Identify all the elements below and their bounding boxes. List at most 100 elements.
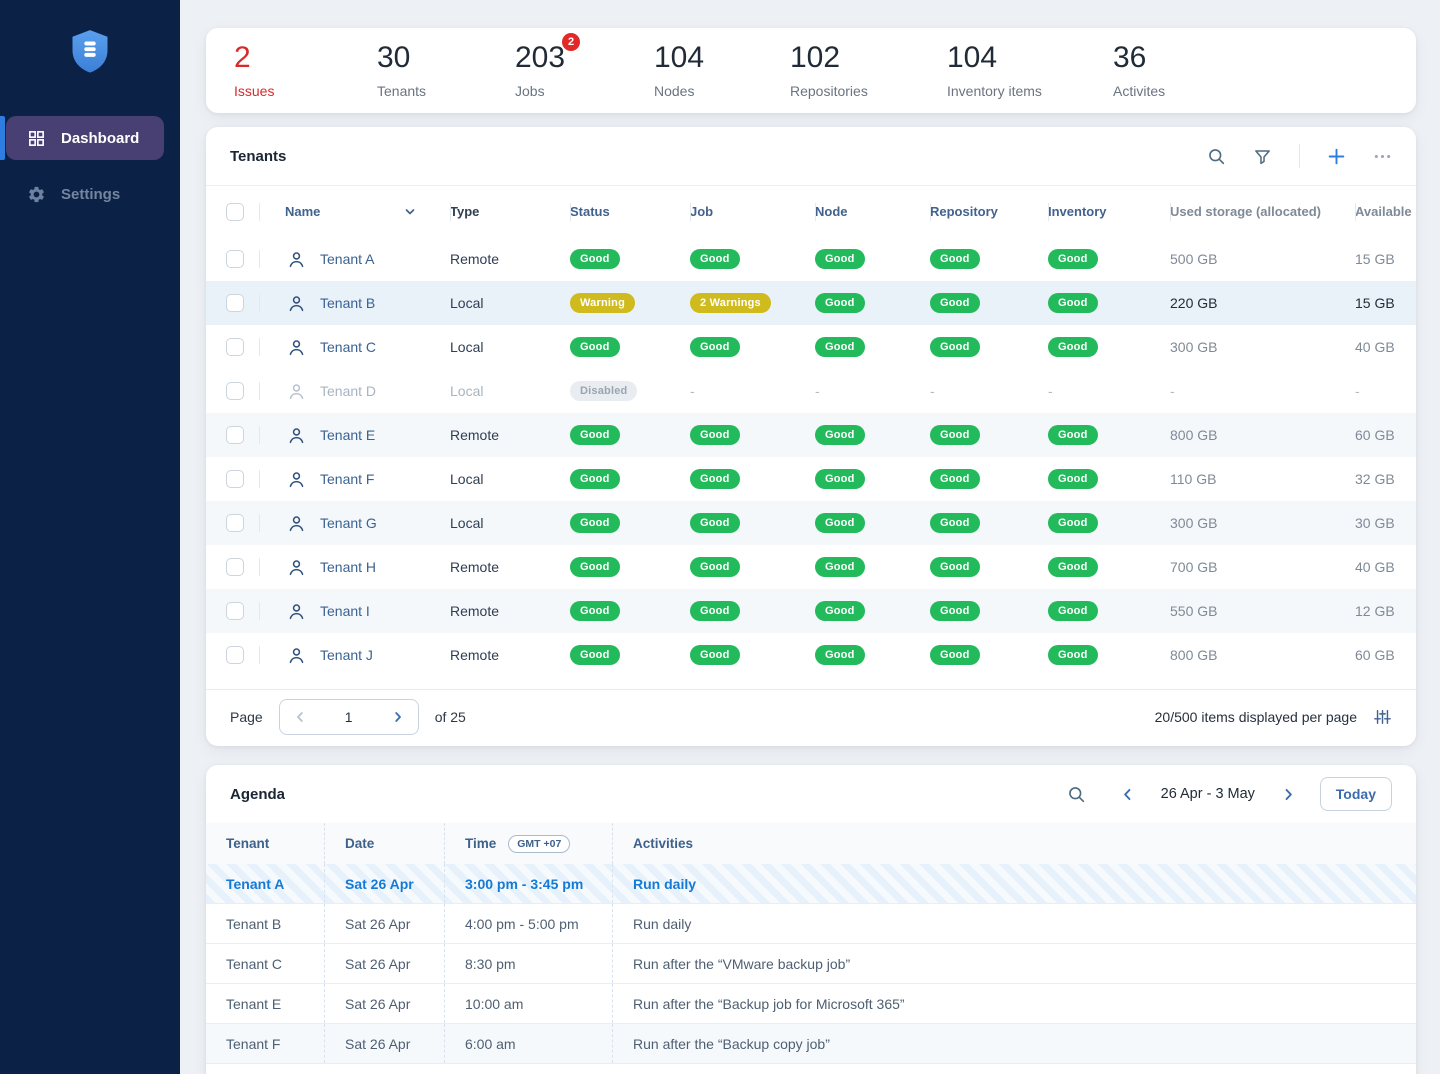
inventory-cell: Good xyxy=(1048,557,1170,577)
stat-repositories[interactable]: 102 Repositories xyxy=(790,42,947,99)
row-checkbox[interactable] xyxy=(226,514,244,532)
next-page-button[interactable] xyxy=(391,710,405,724)
agenda-tenant[interactable]: Tenant E xyxy=(206,984,324,1023)
prev-page-button[interactable] xyxy=(293,710,307,724)
row-checkbox[interactable] xyxy=(226,426,244,444)
job-cell: Good xyxy=(690,469,815,489)
sidebar-item-settings[interactable]: Settings xyxy=(6,172,164,216)
stat-nodes[interactable]: 104 Nodes xyxy=(654,42,790,99)
agenda-panel-header: Agenda 26 Apr - 3 May Today xyxy=(206,765,1416,823)
agenda-time: 4:00 pm - 5:00 pm xyxy=(444,904,612,943)
chevron-right-icon xyxy=(391,710,405,724)
agenda-tenant[interactable]: Tenant F xyxy=(206,1024,324,1063)
inventory-badge: Good xyxy=(1048,645,1098,665)
stat-jobs[interactable]: 203 2 Jobs xyxy=(515,42,654,99)
tenant-name-cell: Tenant C xyxy=(259,338,450,357)
status-badge: Warning xyxy=(570,293,635,313)
agenda-date: Sat 26 Apr xyxy=(324,864,444,903)
row-checkbox[interactable] xyxy=(226,602,244,620)
tenant-name[interactable]: Tenant E xyxy=(320,427,375,443)
row-checkbox[interactable] xyxy=(226,646,244,664)
agenda-search-button[interactable] xyxy=(1067,785,1086,804)
column-header-date: Date xyxy=(324,823,444,864)
repository-badge: Good xyxy=(930,513,980,533)
node-cell: Good xyxy=(815,469,930,489)
node-cell: Good xyxy=(815,293,930,313)
tenant-name[interactable]: Tenant D xyxy=(320,383,376,399)
row-checkbox[interactable] xyxy=(226,338,244,356)
available-storage-value: - xyxy=(1355,383,1416,399)
current-page[interactable]: 1 xyxy=(345,709,353,725)
repository-cell: Good xyxy=(930,425,1048,445)
agenda-row: Tenant B Sat 26 Apr 4:00 pm - 5:00 pm Ru… xyxy=(206,904,1416,944)
column-header-type: Type xyxy=(450,204,570,219)
status-cell: Good xyxy=(570,557,690,577)
agenda-row: Tenant F Sat 26 Apr 6:00 am Run after th… xyxy=(206,1024,1416,1064)
node-badge: Good xyxy=(815,601,865,621)
tenant-name-cell: Tenant J xyxy=(259,646,450,665)
column-header-node: Node xyxy=(815,204,930,219)
agenda-tenant[interactable]: Tenant B xyxy=(206,904,324,943)
search-button[interactable] xyxy=(1207,147,1226,166)
row-checkbox[interactable] xyxy=(226,558,244,576)
used-storage-value: 300 GB xyxy=(1170,515,1355,531)
stat-issues[interactable]: 2 Issues xyxy=(234,42,377,99)
node-cell: Good xyxy=(815,513,930,533)
next-range-button[interactable] xyxy=(1281,787,1296,802)
repository-cell: Good xyxy=(930,293,1048,313)
items-per-page-settings-button[interactable] xyxy=(1373,708,1392,726)
status-cell: Good xyxy=(570,337,690,357)
tenant-name[interactable]: Tenant B xyxy=(320,295,375,311)
agenda-date: Sat 26 Apr xyxy=(324,984,444,1023)
today-button[interactable]: Today xyxy=(1320,777,1392,811)
row-checkbox[interactable] xyxy=(226,294,244,312)
page-control: 1 xyxy=(279,699,419,735)
add-tenant-button[interactable] xyxy=(1327,147,1346,166)
column-header-available-storage: Available storage xyxy=(1355,204,1416,219)
stat-activities[interactable]: 36 Activites xyxy=(1113,42,1165,99)
available-storage-value: 15 GB xyxy=(1355,251,1416,267)
filter-icon xyxy=(1253,147,1272,166)
sidebar-item-dashboard[interactable]: Dashboard xyxy=(6,116,164,160)
person-icon xyxy=(287,470,306,489)
tenant-name[interactable]: Tenant C xyxy=(320,339,376,355)
page-label: Page xyxy=(230,709,263,725)
more-options-button[interactable] xyxy=(1373,147,1392,166)
filter-button[interactable] xyxy=(1253,147,1272,166)
column-header-inventory: Inventory xyxy=(1048,204,1170,219)
row-checkbox[interactable] xyxy=(226,470,244,488)
prev-range-button[interactable] xyxy=(1120,787,1135,802)
tenant-name-cell: Tenant H xyxy=(259,558,450,577)
node-badge: Good xyxy=(815,425,865,445)
tenants-panel: Tenants xyxy=(206,127,1416,746)
agenda-tenant[interactable]: Tenant C xyxy=(206,944,324,983)
job-cell: Good xyxy=(690,557,815,577)
table-row: Tenant A Remote Good Good Good Good Good… xyxy=(206,237,1416,281)
column-header-name[interactable]: Name xyxy=(259,204,450,219)
used-storage-value: 700 GB xyxy=(1170,559,1355,575)
select-all-checkbox[interactable] xyxy=(226,203,244,221)
status-badge: Good xyxy=(570,557,620,577)
tenant-name[interactable]: Tenant A xyxy=(320,251,375,267)
tenant-name[interactable]: Tenant I xyxy=(320,603,370,619)
timezone-badge: GMT +07 xyxy=(508,835,570,853)
stat-tenants[interactable]: 30 Tenants xyxy=(377,42,515,99)
inventory-cell: Good xyxy=(1048,645,1170,665)
status-badge: Good xyxy=(570,337,620,357)
page-count-label: of 25 xyxy=(435,709,466,725)
available-storage-value: 32 GB xyxy=(1355,471,1416,487)
tenant-name[interactable]: Tenant J xyxy=(320,647,373,663)
plus-icon xyxy=(1327,147,1346,166)
tenant-name[interactable]: Tenant F xyxy=(320,471,374,487)
row-checkbox[interactable] xyxy=(226,250,244,268)
tenant-name[interactable]: Tenant H xyxy=(320,559,376,575)
stat-value: 203 xyxy=(515,41,565,74)
agenda-tenant[interactable]: Tenant A xyxy=(206,864,324,903)
row-checkbox[interactable] xyxy=(226,382,244,400)
sliders-icon xyxy=(1373,708,1392,726)
tenant-name[interactable]: Tenant G xyxy=(320,515,377,531)
job-badge: 2 Warnings xyxy=(690,293,771,313)
tenant-type: Local xyxy=(450,383,570,399)
inventory-cell: Good xyxy=(1048,249,1170,269)
stat-inventory-items[interactable]: 104 Inventory items xyxy=(947,42,1113,99)
